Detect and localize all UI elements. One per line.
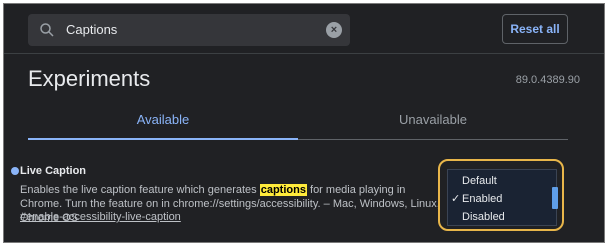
tab-available[interactable]: Available — [28, 104, 298, 140]
reset-all-button[interactable]: Reset all — [502, 14, 568, 44]
description-text: Enables the live caption feature which g… — [20, 184, 260, 196]
status-dot — [11, 167, 19, 175]
clear-icon[interactable]: × — [326, 22, 342, 38]
annotation-highlight-box: Default ✓ Enabled Disabled — [438, 159, 564, 231]
option-disabled[interactable]: Disabled — [448, 208, 556, 226]
option-default[interactable]: Default — [448, 172, 556, 190]
page-title: Experiments — [28, 66, 151, 91]
search-highlight: captions — [259, 184, 307, 196]
search-icon — [40, 23, 54, 37]
experiment-permalink[interactable]: #enable-accessibility-live-caption — [20, 211, 181, 223]
search-box[interactable]: Captions × — [28, 14, 350, 46]
option-label: Default — [462, 175, 497, 187]
option-label: Enabled — [462, 193, 503, 205]
state-dropdown-menu[interactable]: Default ✓ Enabled Disabled — [447, 169, 557, 226]
option-label: Disabled — [462, 211, 505, 223]
tab-unavailable[interactable]: Unavailable — [298, 104, 568, 140]
tab-bar: Available Unavailable — [28, 104, 568, 140]
select-edge — [552, 187, 558, 209]
checkmark-icon: ✓ — [451, 193, 461, 205]
version-label: 89.0.4389.90 — [515, 74, 580, 86]
chrome-flags-page: Captions × Reset all Experiments 89.0.43… — [3, 3, 605, 243]
search-input[interactable]: Captions — [66, 22, 117, 37]
top-bar: Captions × Reset all — [4, 4, 604, 54]
experiment-title: Live Caption — [20, 165, 87, 177]
option-enabled[interactable]: ✓ Enabled — [448, 190, 556, 208]
